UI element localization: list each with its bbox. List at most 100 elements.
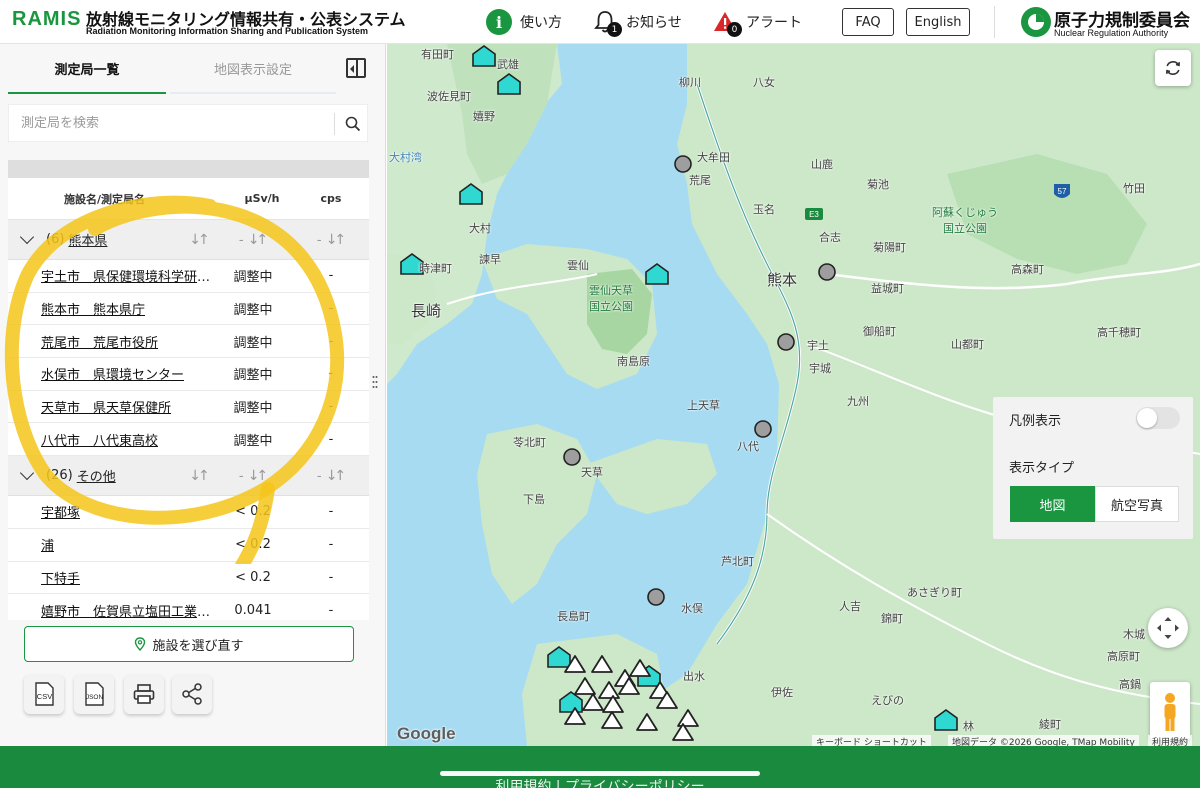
json-file-icon: JSON — [85, 682, 104, 706]
help-label: 使い方 — [520, 15, 562, 31]
reselect-facility-button[interactable]: 施設を選び直す — [24, 626, 354, 662]
map-label: 苓北町 — [513, 436, 546, 449]
station-search-input[interactable] — [9, 105, 329, 141]
nra-logo-icon[interactable] — [1020, 6, 1052, 38]
map-label: 錦町 — [881, 612, 903, 625]
table-row[interactable]: 下特手 < 0.2 - — [8, 561, 369, 595]
csv-download-button[interactable]: CSV — [24, 674, 64, 714]
cps-value: - — [328, 569, 334, 585]
faq-button[interactable]: FAQ — [842, 8, 894, 36]
map-label: 荒尾 — [689, 174, 711, 187]
notice-label: お知らせ — [626, 15, 682, 31]
map-label: 高鍋 — [1119, 678, 1141, 691]
notice-count-badge: 1 — [607, 22, 622, 37]
map-label: 山都町 — [951, 338, 984, 351]
street-view-button[interactable] — [1150, 682, 1190, 740]
print-button[interactable] — [124, 674, 164, 714]
usv-value: < 0.2 — [235, 569, 271, 585]
map-label: 長島町 — [557, 610, 590, 623]
display-type-map-button[interactable]: 地図 — [1010, 486, 1095, 522]
help-link[interactable]: i 使い方 — [486, 0, 562, 44]
share-icon — [182, 683, 202, 705]
usv-value: 0.041 — [234, 602, 272, 618]
json-download-button[interactable]: JSON — [74, 674, 114, 714]
tab-map-settings[interactable]: 地図表示設定 — [170, 44, 336, 94]
map-pin-icon — [135, 637, 146, 651]
info-icon: i — [486, 9, 512, 35]
map-label: 益城町 — [871, 282, 904, 295]
station-name-link[interactable]: 下特手 — [41, 572, 80, 587]
map-label: 大牟田 — [697, 151, 730, 164]
map-label: 諫早 — [479, 253, 501, 266]
english-button[interactable]: English — [906, 8, 970, 36]
app-header: RAMIS 放射線モニタリング情報共有・公表システム Radiation Mon… — [0, 0, 1200, 44]
map-label: 山鹿 — [811, 158, 833, 171]
move-arrows-icon — [1157, 617, 1179, 639]
map-label: 熊本 — [767, 271, 798, 289]
search-divider — [334, 113, 335, 135]
map-label: 南島原 — [617, 355, 650, 368]
map-label: 九州 — [847, 395, 869, 408]
map-display-panel: 凡例表示 表示タイプ 地図 航空写真 — [993, 397, 1193, 539]
csv-file-icon: CSV — [35, 682, 54, 706]
map-canvas[interactable]: 57 E3 — [387, 44, 1200, 746]
alert-link[interactable]: 0 アラート — [712, 0, 802, 44]
brand-logo[interactable]: RAMIS — [12, 8, 81, 31]
refresh-icon — [1166, 61, 1180, 75]
map-label: 合志 — [819, 231, 841, 244]
legend-toggle[interactable] — [1136, 407, 1180, 429]
map-label: 菊陽町 — [873, 241, 906, 254]
page-footer: 利用規約 | プライバシーポリシー — [0, 746, 1200, 788]
search-icon[interactable] — [345, 116, 361, 132]
station-name-link[interactable]: 嬉野市 佐賀県立塩田工業高校 — [41, 605, 213, 620]
map-label: 嬉野 — [473, 110, 495, 123]
home-indicator[interactable] — [440, 771, 760, 776]
map-label: 上天草 — [687, 399, 720, 412]
google-logo: Google — [397, 724, 456, 743]
tab-station-list[interactable]: 測定局一覧 — [8, 44, 166, 94]
alert-count-badge: 0 — [727, 22, 742, 37]
map-label: 雲仙 — [567, 259, 589, 272]
station-search — [8, 104, 368, 142]
bell-icon: 1 — [592, 9, 622, 37]
table-row[interactable]: 嬉野市 佐賀県立塩田工業高校 0.041 - — [8, 594, 369, 620]
station-sidebar: 測定局一覧 地図表示設定 施設名/測定局名 µSv/h cps (6) 熊本県 … — [0, 44, 386, 746]
display-type-label: 表示タイプ — [1009, 461, 1075, 476]
map-label: えびの — [871, 694, 904, 707]
footer-links[interactable]: 利用規約 | プライバシーポリシー — [0, 776, 1200, 788]
table-scroll-bar[interactable] — [8, 160, 369, 178]
json-label: JSON — [86, 694, 104, 701]
collapse-panel-icon[interactable] — [346, 58, 366, 78]
map-pan-control[interactable] — [1148, 608, 1188, 648]
panel-resize-handle[interactable] — [372, 374, 378, 390]
map-label: 長崎 — [411, 302, 442, 320]
map-label: 人吉 — [839, 600, 861, 613]
map-label: 菊池 — [867, 178, 889, 191]
expressway-e3-shield: E3 — [805, 208, 823, 220]
map-label: 天草 — [581, 466, 603, 479]
map-view[interactable]: 57 E3 有田町 武雄 八女 柳川 波佐見町 嬉野 大村湾 大牟田 荒尾 山鹿… — [387, 44, 1200, 746]
map-label: 八代 — [737, 440, 759, 453]
legend-label: 凡例表示 — [1009, 414, 1062, 429]
svg-text:E3: E3 — [809, 210, 819, 219]
app-subtitle: Radiation Monitoring Information Sharing… — [86, 26, 369, 36]
map-label: 時津町 — [419, 262, 452, 275]
map-label: 宇土 — [807, 339, 829, 352]
org-name-en: Nuclear Regulation Authority — [1054, 28, 1169, 38]
share-button[interactable] — [172, 674, 212, 714]
reselect-label: 施設を選び直す — [152, 638, 244, 654]
map-label: 出水 — [683, 670, 705, 683]
notice-link[interactable]: 1 お知らせ — [592, 0, 682, 44]
map-label: 玉名 — [753, 203, 775, 216]
map-label: 柳川 — [679, 76, 701, 89]
map-label: 木城 — [1123, 628, 1145, 641]
map-label: 芦北町 — [721, 555, 754, 568]
csv-label: CSV — [37, 692, 52, 701]
map-label: 有田町 — [421, 48, 454, 61]
svg-text:57: 57 — [1058, 187, 1067, 196]
map-label: 林 — [963, 720, 974, 733]
map-label: 大村 — [469, 222, 491, 235]
display-type-aerial-button[interactable]: 航空写真 — [1095, 486, 1179, 522]
map-refresh-button[interactable] — [1155, 50, 1191, 86]
route-57-shield: 57 — [1054, 184, 1070, 198]
